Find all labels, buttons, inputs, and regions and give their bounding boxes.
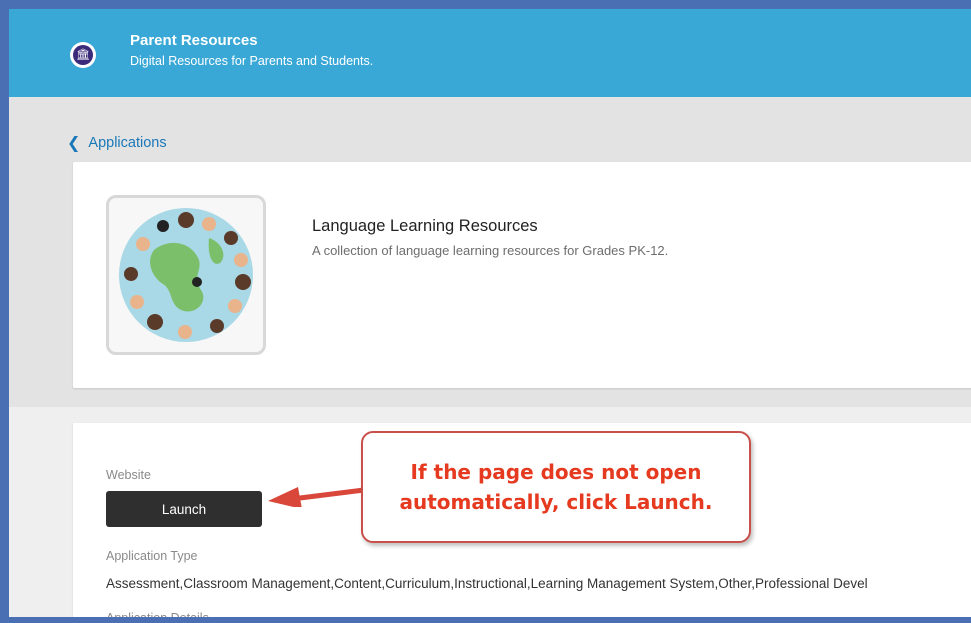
app-title: Language Learning Resources bbox=[312, 217, 538, 235]
callout-line-1: If the page does not open bbox=[410, 460, 702, 484]
launch-button[interactable]: Launch bbox=[106, 491, 262, 527]
header-title: Parent Resources bbox=[130, 32, 258, 49]
chevron-left-icon: ❮ bbox=[67, 135, 81, 152]
app-header: 🏛 Parent Resources Digital Resources for… bbox=[9, 9, 971, 97]
screenshot-frame: 🏛 Parent Resources Digital Resources for… bbox=[0, 0, 971, 623]
application-type-label: Application Type bbox=[106, 549, 198, 563]
back-to-applications-link[interactable]: ❮ Applications bbox=[67, 133, 167, 153]
application-details-label: Application Details bbox=[106, 611, 209, 623]
back-link-label: Applications bbox=[88, 135, 167, 151]
callout-line-2: automatically, click Launch. bbox=[399, 490, 713, 514]
header-subtitle: Digital Resources for Parents and Studen… bbox=[130, 54, 374, 68]
app-thumbnail bbox=[106, 195, 266, 355]
website-label: Website bbox=[106, 468, 151, 482]
app-summary-card: Language Learning Resources A collection… bbox=[73, 162, 971, 388]
app-description: A collection of language learning resour… bbox=[312, 243, 669, 258]
application-type-value: Assessment,Classroom Management,Content,… bbox=[106, 576, 868, 591]
globe-hands-icon bbox=[119, 208, 253, 342]
school-logo-icon: 🏛 bbox=[70, 42, 96, 68]
callout-arrow-icon bbox=[268, 486, 374, 507]
instruction-callout: If the page does not open automatically,… bbox=[361, 431, 751, 543]
